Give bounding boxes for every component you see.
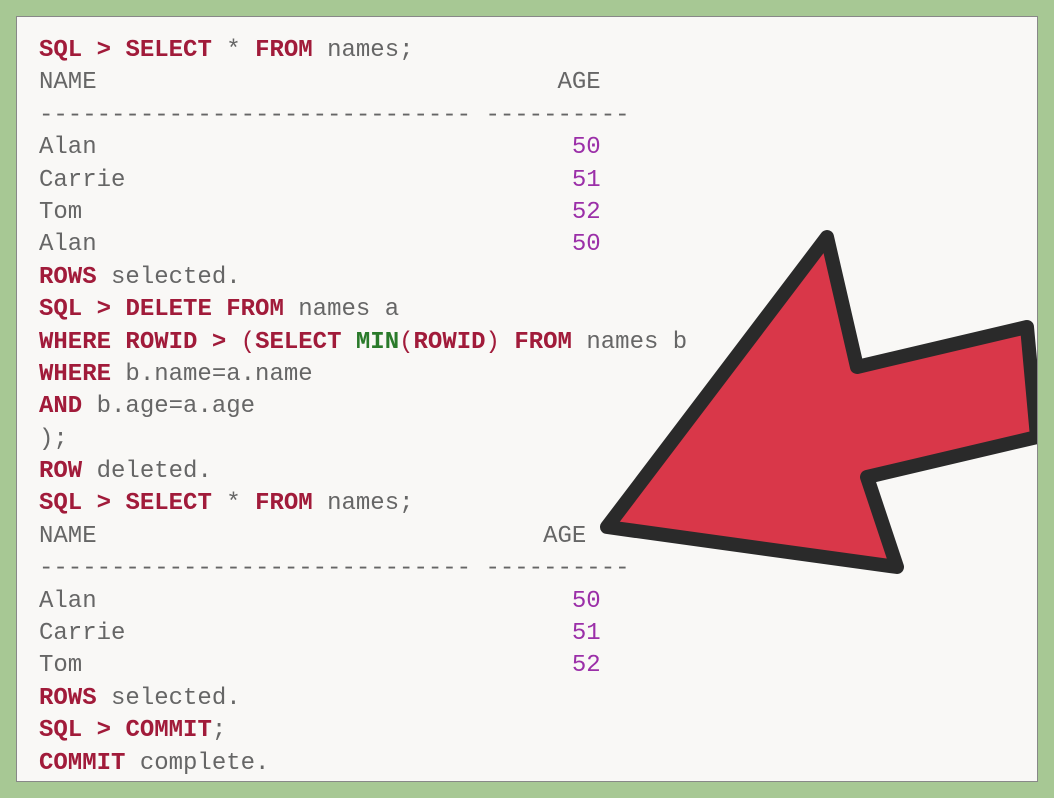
sql-prompt: SQL (39, 37, 82, 64)
status-line: ROW deleted. (39, 456, 1015, 488)
data-row: Tom 52 (39, 650, 1015, 682)
sql-terminal: SQL > SELECT * FROM names; NAME AGE ----… (16, 16, 1038, 782)
divider-line: ------------------------------ ---------… (39, 100, 1015, 132)
data-row: Carrie 51 (39, 618, 1015, 650)
header-line: NAME AGE (39, 67, 1015, 99)
status-line: ROWS selected. (39, 683, 1015, 715)
code-line: AND b.age=a.age (39, 391, 1015, 423)
data-row: Alan 50 (39, 132, 1015, 164)
divider-line: ------------------------------ ---------… (39, 553, 1015, 585)
header-line: NAME AGE (39, 521, 1015, 553)
data-row: Tom 52 (39, 197, 1015, 229)
code-line: SQL > SELECT * FROM names; (39, 488, 1015, 520)
status-line: ROWS selected. (39, 262, 1015, 294)
code-line: SQL > COMMIT; (39, 715, 1015, 747)
data-row: Alan 50 (39, 229, 1015, 261)
status-line: COMMIT complete. (39, 748, 1015, 780)
code-line: WHERE b.name=a.name (39, 359, 1015, 391)
code-line: WHERE ROWID > (SELECT MIN(ROWID) FROM na… (39, 327, 1015, 359)
data-row: Carrie 51 (39, 165, 1015, 197)
code-line: SQL > SELECT * FROM names; (39, 35, 1015, 67)
code-line: ); (39, 424, 1015, 456)
data-row: Alan 50 (39, 586, 1015, 618)
code-line: SQL > DELETE FROM names a (39, 294, 1015, 326)
